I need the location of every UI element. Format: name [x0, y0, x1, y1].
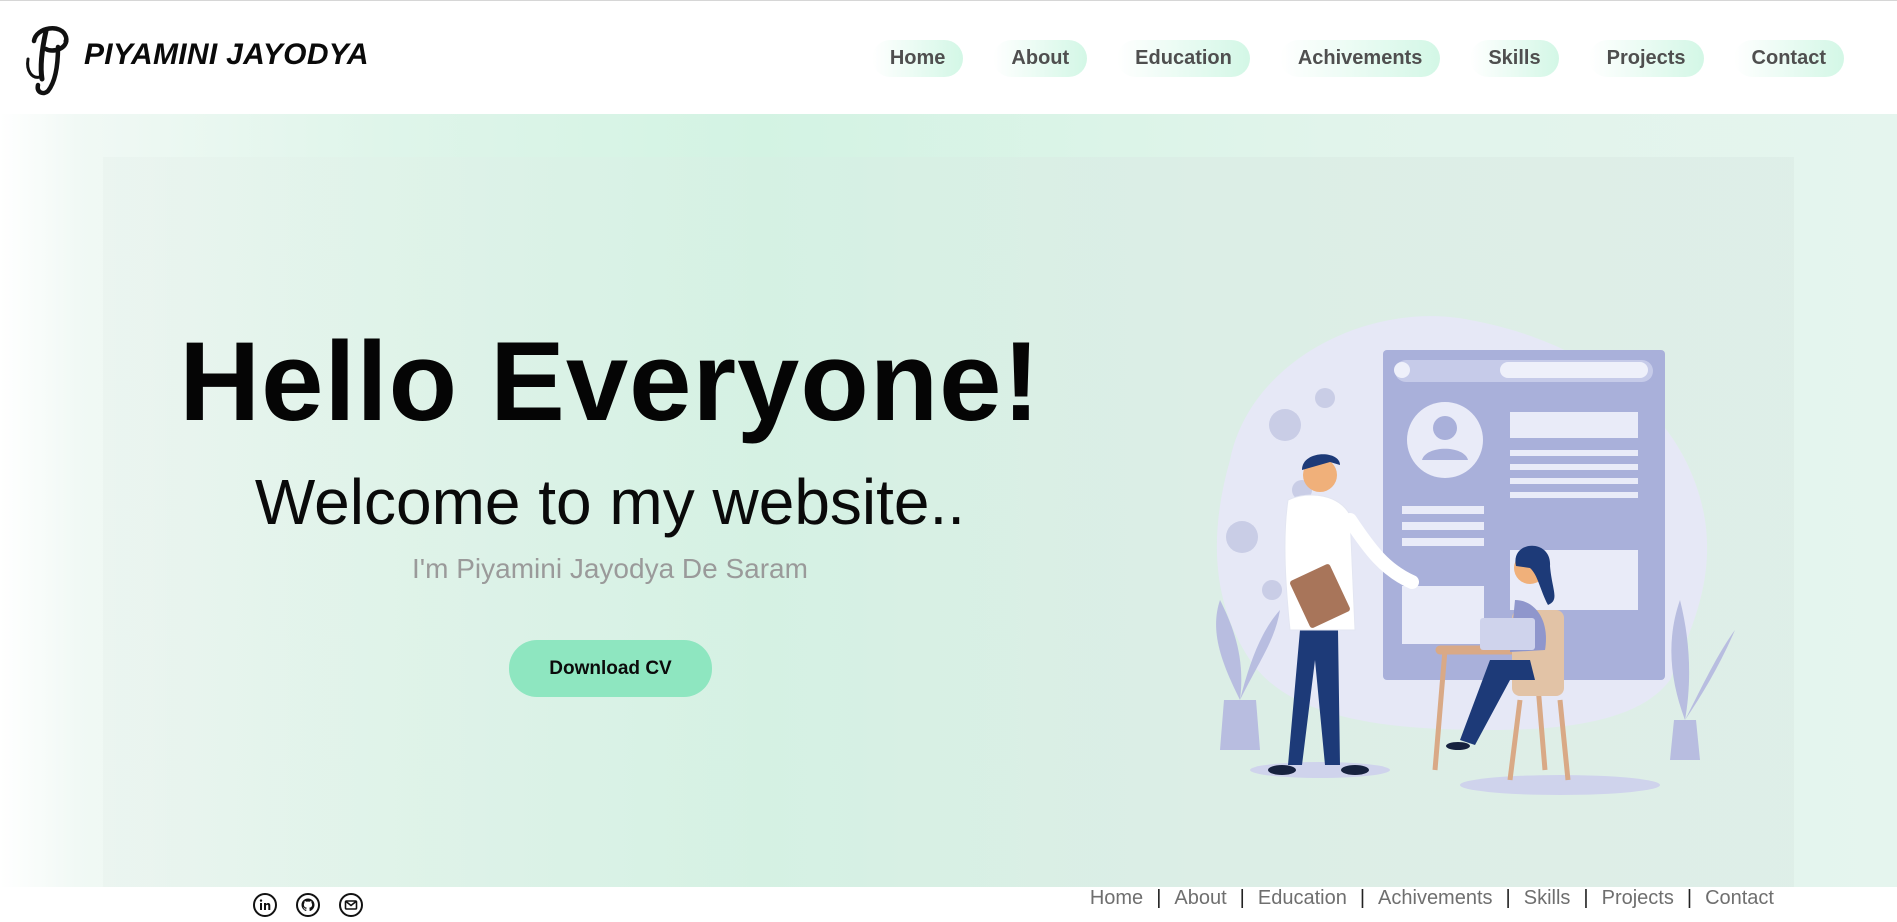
- footer-link-skills[interactable]: Skills: [1524, 887, 1571, 910]
- linkedin-icon[interactable]: [253, 893, 277, 917]
- footer-separator: |: [1156, 887, 1162, 909]
- logo-text: PIYAMINI JAYODYA: [84, 38, 369, 71]
- footer-link-achivements[interactable]: Achivements: [1378, 887, 1493, 910]
- nav-achivements[interactable]: Achivements: [1279, 40, 1441, 77]
- nav-skills[interactable]: Skills: [1470, 40, 1559, 77]
- footer-separator: |: [1239, 887, 1245, 909]
- github-icon[interactable]: [296, 893, 320, 917]
- footer-link-projects[interactable]: Projects: [1602, 887, 1674, 910]
- office-illustration: [1216, 316, 1735, 795]
- main-nav: Home About Education Achivements Skills …: [842, 40, 1844, 77]
- footer-link-about[interactable]: About: [1174, 887, 1226, 910]
- footer-separator: |: [1505, 887, 1511, 909]
- mail-icon[interactable]: [339, 893, 363, 917]
- hero-title: Hello Everyone!: [179, 319, 1041, 444]
- nav-education[interactable]: Education: [1117, 40, 1250, 77]
- logo[interactable]: PIYAMINI JAYODYA: [22, 19, 369, 99]
- footer-separator: |: [1583, 887, 1589, 909]
- pj-monogram-icon: [26, 26, 69, 96]
- footer-link-contact[interactable]: Contact: [1705, 887, 1774, 910]
- nav-about[interactable]: About: [993, 40, 1088, 77]
- footer-separator: |: [1686, 887, 1693, 909]
- footer-separator: |: [1359, 887, 1366, 909]
- social-links: [253, 893, 363, 917]
- download-cv-button[interactable]: Download CV: [509, 640, 712, 697]
- nav-contact[interactable]: Contact: [1733, 40, 1844, 77]
- footer-link-education[interactable]: Education: [1258, 887, 1347, 910]
- footer-link-home[interactable]: Home: [1090, 887, 1143, 910]
- hero-name: I'm Piyamini Jayodya De Saram: [412, 553, 808, 584]
- nav-home[interactable]: Home: [871, 40, 964, 77]
- site-header: PIYAMINI JAYODYA Home About Education Ac…: [0, 1, 1897, 114]
- footer-nav: Home | About | Education | Achivements |…: [1090, 887, 1774, 910]
- hero-subtitle: Welcome to my website..: [254, 466, 966, 538]
- nav-projects[interactable]: Projects: [1588, 40, 1704, 77]
